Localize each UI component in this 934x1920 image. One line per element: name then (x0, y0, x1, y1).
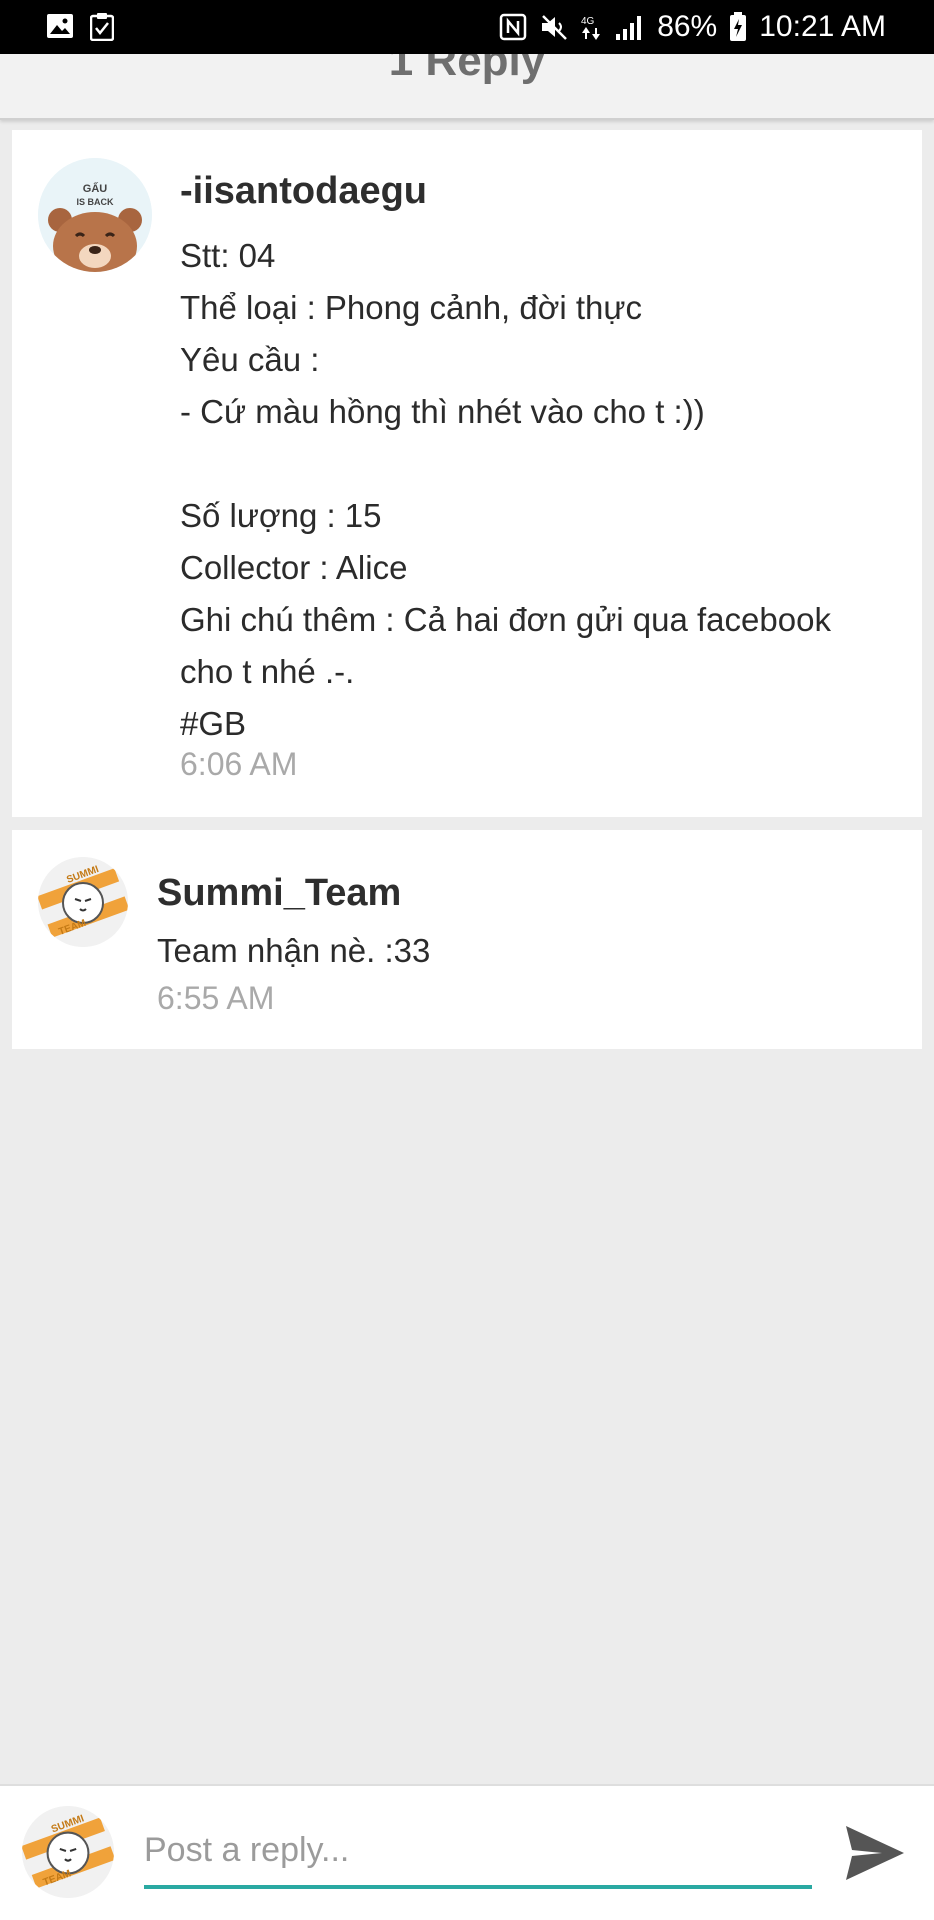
comment-body: Stt: 04 Thể loại : Phong cảnh, đời thực … (180, 230, 900, 750)
send-icon (846, 1826, 904, 1880)
avatar-text-bottom: IS BACK (76, 197, 114, 207)
team-avatar-icon: SUMMI TEAM (22, 1806, 114, 1898)
send-button[interactable] (842, 1820, 908, 1886)
comment-line: Stt: 04 (180, 237, 276, 274)
comment-line: - Cứ màu hồng thì nhét vào cho t :)) (180, 393, 705, 430)
avatar[interactable]: SUMMI TEAM (38, 857, 128, 947)
team-avatar-icon: SUMMI TEAM (38, 857, 128, 947)
reply-timestamp: 6:55 AM (157, 980, 275, 1016)
comment-timestamp: 6:06 AM (180, 746, 298, 782)
status-bar-right: 4G 86% 10:21 AM (499, 0, 886, 54)
status-bar-left (46, 13, 114, 41)
nfc-icon (499, 13, 527, 41)
mute-icon (539, 13, 569, 41)
reply-input[interactable] (144, 1815, 812, 1889)
reply-body: Team nhận nè. :33 (157, 932, 431, 969)
data-transfer-icon: 4G (581, 13, 603, 41)
comment-line: Yêu cầu : (180, 341, 320, 378)
comment-author[interactable]: -iisantodaegu (180, 170, 427, 213)
avatar[interactable]: GẤU IS BACK (38, 158, 152, 272)
clock: 10:21 AM (759, 10, 886, 43)
checklist-icon (90, 13, 114, 41)
battery-percent: 86% (657, 10, 718, 43)
page-title: 1 Reply (388, 54, 546, 85)
battery-charging-icon (729, 12, 747, 42)
reply-card: SUMMI TEAM Summi_Team Team nhận nè. :33 … (12, 830, 922, 1049)
replies-header: 1 Reply (0, 54, 934, 120)
current-user-avatar[interactable]: SUMMI TEAM (22, 1806, 114, 1898)
bear-avatar-icon: GẤU IS BACK (38, 158, 152, 272)
gallery-icon (46, 13, 74, 41)
reply-author[interactable]: Summi_Team (157, 872, 401, 915)
comment-line: Ghi chú thêm : Cả hai đơn gửi qua facebo… (180, 601, 831, 638)
comment-line: cho t nhé .-. (180, 653, 355, 690)
comment-card: GẤU IS BACK -iisantodaegu Stt: 04 Thể lo… (12, 130, 922, 817)
status-bar: 4G 86% 10:21 AM (0, 0, 934, 54)
comment-line: #GB (180, 705, 247, 742)
svg-text:4G: 4G (581, 16, 595, 27)
comment-line: Số lượng : 15 (180, 497, 382, 534)
comment-line (180, 438, 900, 490)
signal-icon (615, 14, 645, 40)
comment-line: Collector : Alice (180, 549, 408, 586)
comment-line: Thể loại : Phong cảnh, đời thực (180, 289, 642, 326)
avatar-text-top: GẤU (83, 182, 108, 195)
